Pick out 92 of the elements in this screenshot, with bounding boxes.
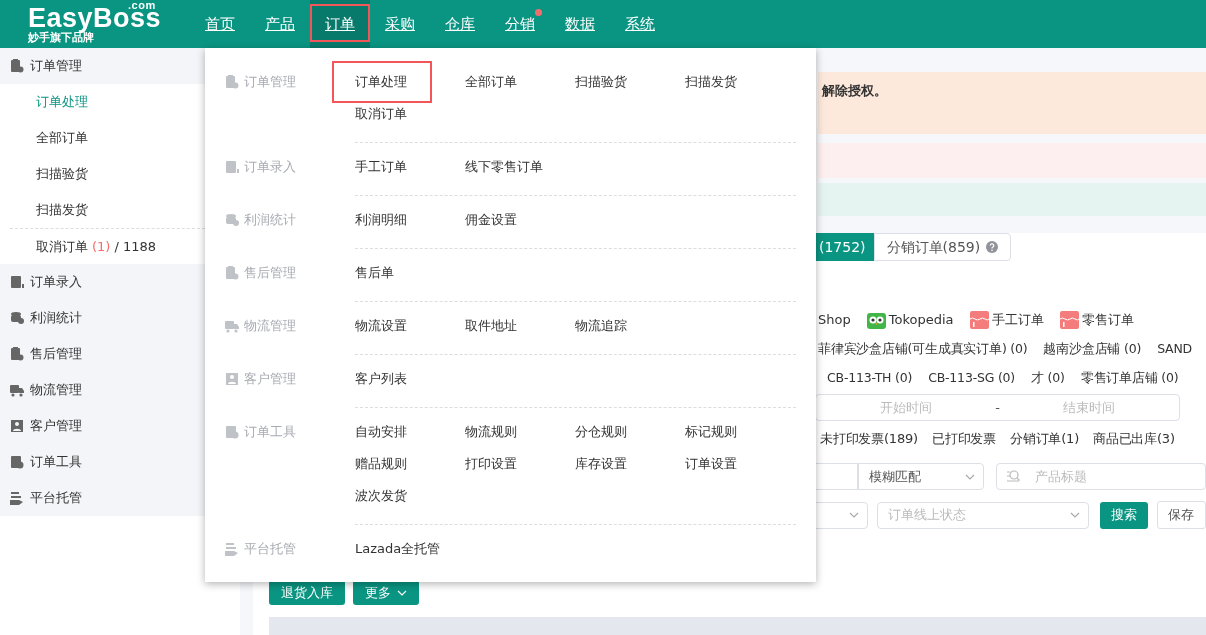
store-option[interactable]: 菲律宾沙盒店铺(可生成真实订单) (0)	[818, 339, 1028, 359]
coins-icon	[225, 213, 239, 227]
store-option[interactable]: 才 (0)	[1031, 368, 1065, 388]
menu-item[interactable]: 客户列表	[355, 363, 465, 395]
contact-card-icon	[10, 419, 24, 433]
group-label: 客户管理	[30, 417, 82, 436]
group-label: 订单工具	[30, 453, 82, 472]
menu-section-label: 平台托管	[244, 540, 296, 559]
menu-item[interactable]: 售后单	[355, 257, 465, 289]
menu-section-label: 订单工具	[244, 423, 296, 442]
menu-item[interactable]: 标记规则	[685, 416, 795, 448]
menu-item[interactable]: 自动安排	[355, 416, 465, 448]
select-field[interactable]: 模糊匹配	[857, 463, 984, 490]
search-icon	[1006, 469, 1020, 483]
menu-item[interactable]: 分仓规则	[575, 416, 685, 448]
menu-item[interactable]: 利润明细	[355, 204, 465, 236]
menu-item[interactable]: 物流设置	[355, 310, 465, 342]
caret-icon	[1069, 512, 1080, 518]
document-icon	[225, 160, 239, 174]
nav-item[interactable]: 订单	[310, 0, 370, 48]
menu-section-label: 物流管理	[244, 317, 296, 336]
status-filter[interactable]: 未打印发票(189)	[820, 429, 918, 449]
search-button[interactable]: 搜索	[1099, 501, 1148, 529]
menu-section-label: 利润统计	[244, 211, 296, 230]
logo[interactable]: EasyBoss .com	[28, 4, 162, 31]
truck-icon	[225, 319, 239, 333]
caret-icon	[965, 473, 975, 480]
store-option[interactable]: 零售订单店铺 (0)	[1080, 368, 1179, 388]
menu-section-label: 售后管理	[244, 264, 296, 283]
owl-icon	[866, 311, 886, 329]
action-button[interactable]: 退货入库	[269, 580, 345, 605]
menu-item[interactable]: 波次发货	[355, 480, 465, 512]
menu-item[interactable]: 线下零售订单	[465, 151, 575, 183]
menu-item[interactable]: 订单处理	[332, 61, 432, 103]
store-option[interactable]: SAND	[1157, 339, 1193, 359]
menu-section-label: 订单管理	[244, 73, 296, 92]
menu-section-label: 订单录入	[244, 158, 296, 177]
nav-item[interactable]: 分销	[490, 0, 550, 48]
menu-item[interactable]: 全部订单	[465, 66, 575, 98]
group-label: 订单管理	[30, 57, 82, 76]
clipboard-icon	[10, 59, 24, 73]
alert-text: 解除授权。	[822, 83, 887, 98]
menu-item[interactable]: 扫描验货	[575, 66, 685, 98]
status-filter[interactable]: 商品已出库(3)	[1093, 429, 1175, 449]
platform-option[interactable]: 零售订单	[1081, 310, 1134, 330]
search-field[interactable]: 产品标题	[996, 463, 1206, 490]
store-option[interactable]: CB-113-TH (0)	[827, 368, 913, 388]
menu-item[interactable]: 库存设置	[575, 448, 685, 480]
platform-option[interactable]: Tokopedia	[888, 310, 954, 330]
menu-section-label: 客户管理	[244, 370, 296, 389]
nav-item[interactable]: 数据	[550, 0, 610, 48]
order-tab[interactable]: 分销订单(859)	[873, 233, 1012, 261]
receipt-icon	[969, 311, 989, 329]
menu-item[interactable]: 订单设置	[685, 448, 795, 480]
group-label: 订单录入	[30, 273, 82, 292]
nav-item[interactable]: 仓库	[430, 0, 490, 48]
menu-item[interactable]: 扫描发货	[685, 66, 795, 98]
store-option[interactable]: CB-113-SG (0)	[928, 368, 1016, 388]
group-label: 利润统计	[30, 309, 82, 328]
menu-item[interactable]: 物流追踪	[575, 310, 685, 342]
caret-icon	[848, 512, 859, 518]
document-icon	[10, 275, 24, 289]
group-label: 售后管理	[30, 345, 82, 364]
truck-icon	[10, 383, 24, 397]
status-filter[interactable]: 分销订单(1)	[1010, 429, 1079, 449]
contact-card-icon	[225, 372, 239, 386]
clipboard-icon	[225, 75, 239, 89]
save-button[interactable]: 保存	[1156, 501, 1206, 529]
menu-item[interactable]: Lazada全托管	[355, 533, 465, 565]
action-button[interactable]: 更多	[353, 580, 419, 605]
menu-item[interactable]: 打印设置	[465, 448, 575, 480]
menu-item[interactable]: 取件地址	[465, 310, 575, 342]
group-label: 平台托管	[30, 489, 82, 508]
platform-option[interactable]: 手工订单	[991, 310, 1044, 330]
menu-item[interactable]: 赠品规则	[355, 448, 465, 480]
menu-item[interactable]: 手工订单	[355, 151, 465, 183]
nav-item[interactable]: 采购	[370, 0, 430, 48]
coins-icon	[10, 311, 24, 325]
group-label: 物流管理	[30, 381, 82, 400]
nav-item[interactable]: 系统	[610, 0, 670, 48]
store-option[interactable]: 越南沙盒店铺 (0)	[1043, 339, 1142, 359]
help-icon[interactable]	[986, 241, 999, 253]
nav-item[interactable]: 产品	[250, 0, 310, 48]
nav-item[interactable]: 首页	[190, 0, 250, 48]
menu-item[interactable]: 物流规则	[465, 416, 575, 448]
clipboard-icon	[225, 266, 239, 280]
clipboard-icon	[10, 347, 24, 361]
status-filter[interactable]: 已打印发票	[931, 429, 996, 449]
receipt-icon	[1059, 311, 1079, 329]
platform-option[interactable]: Shop	[818, 310, 851, 330]
menu-item[interactable]: 佣金设置	[465, 204, 575, 236]
order-tab[interactable]: (1752)	[815, 233, 874, 261]
